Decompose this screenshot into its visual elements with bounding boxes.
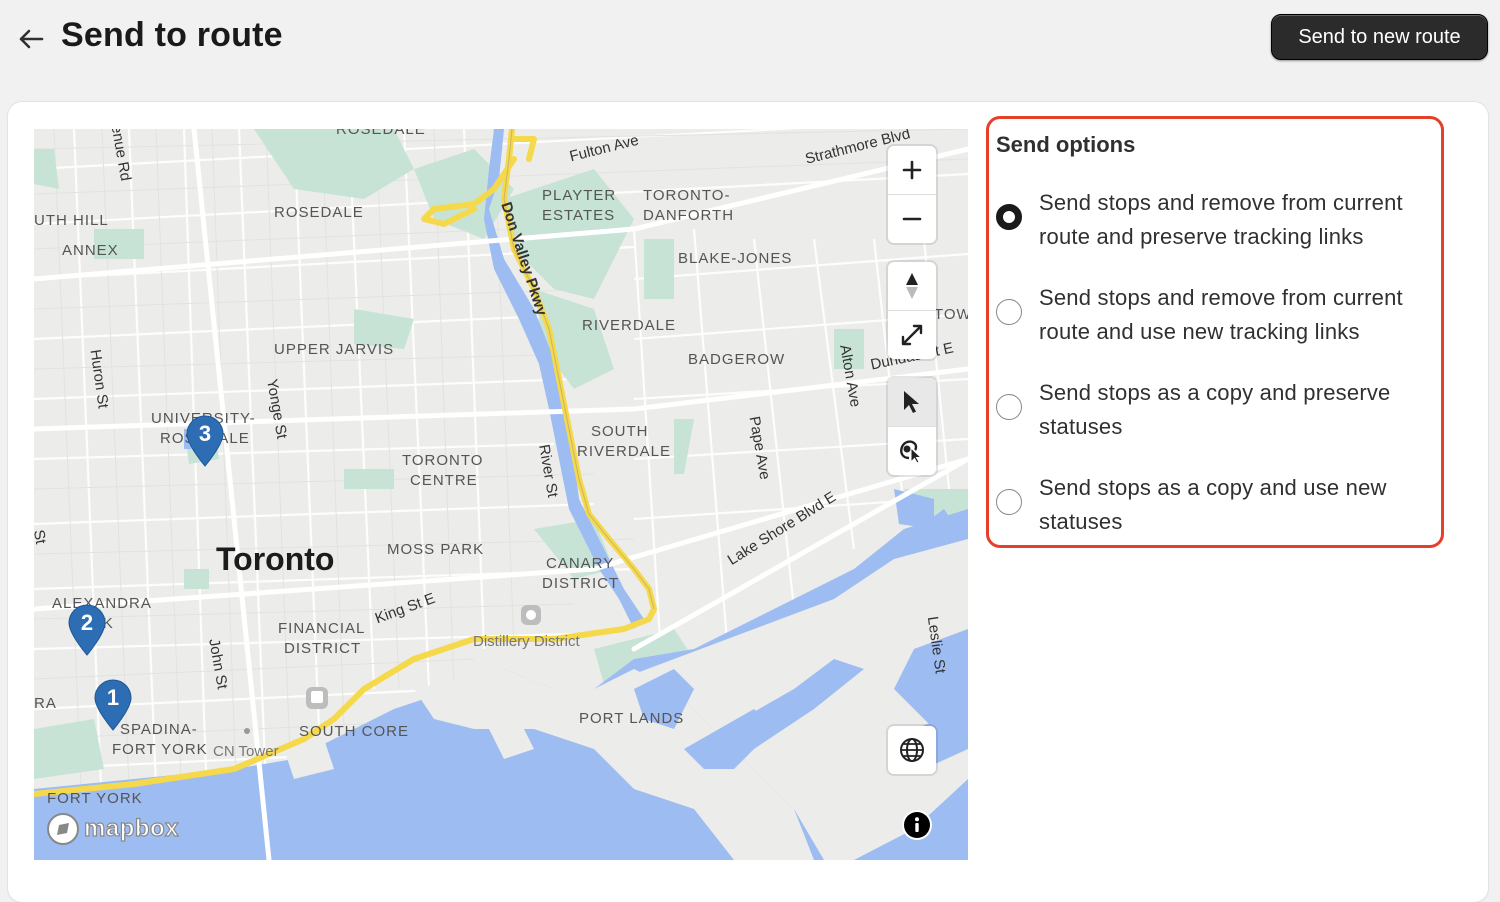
label-badgerow: BADGEROW: [688, 351, 786, 368]
globe-icon[interactable]: [888, 726, 936, 774]
route-map[interactable]: ROSEDALE ROSEDALE PLAYTER ESTATES TORONT…: [34, 129, 968, 860]
label-annex: ANNEX: [62, 242, 119, 259]
label-ra: RA: [34, 695, 57, 712]
option-label: Send stops as a copy and use new statuse…: [1039, 475, 1387, 534]
pin-number: 1: [106, 685, 120, 710]
send-options-title: Send options: [996, 132, 1136, 157]
option-label: Send stops and remove from current route…: [1039, 285, 1403, 344]
label-rosedale: ROSEDALE: [274, 204, 364, 221]
label-financial-1: FINANCIAL: [278, 620, 366, 637]
label-south-riverdale-2: RIVERDALE: [577, 443, 672, 460]
pin-number: 3: [198, 421, 212, 446]
pointer-select-icon[interactable]: [888, 378, 936, 426]
label-rosedale-top: ROSEDALE: [336, 129, 426, 138]
radio-button[interactable]: [996, 299, 1022, 325]
option-label: Send stops and remove from current route…: [1039, 190, 1403, 249]
label-canary-2: DISTRICT: [542, 575, 620, 592]
globe-control: [888, 726, 936, 774]
option-copy-preserve-statuses[interactable]: Send stops as a copy and preserve status…: [996, 376, 1436, 446]
label-canary-1: CANARY: [546, 555, 615, 572]
route-stop-pin[interactable]: 3: [185, 415, 225, 467]
label-toronto-centre-2: CENTRE: [410, 472, 478, 489]
radio-button[interactable]: [996, 489, 1022, 515]
label-riverdale: RIVERDALE: [582, 317, 677, 334]
label-port-lands: PORT LANDS: [579, 710, 685, 727]
label-toronto-danforth-1: TORONTO-: [643, 187, 731, 204]
pin-number: 2: [80, 610, 94, 635]
label-city: Toronto: [216, 541, 335, 577]
label-south-hill: UTH HILL: [34, 212, 109, 229]
mapbox-wordmark: mapbox: [83, 814, 180, 842]
option-label: Send stops as a copy and preserve status…: [1039, 380, 1391, 439]
label-south-core: SOUTH CORE: [299, 723, 410, 740]
label-playter-2: ESTATES: [542, 207, 616, 224]
label-spadina-2: FORT YORK: [112, 741, 208, 758]
radio-button[interactable]: [996, 394, 1022, 420]
label-upper-jarvis: UPPER JARVIS: [274, 341, 395, 358]
poi-distillery: Distillery District: [473, 633, 580, 650]
selection-tools: [888, 378, 936, 475]
view-controls: [888, 262, 936, 359]
label-fort-york: FORT YORK: [47, 790, 143, 807]
label-south-riverdale-1: SOUTH: [591, 423, 649, 440]
option-remove-new-links[interactable]: Send stops and remove from current route…: [996, 281, 1436, 351]
option-copy-new-statuses[interactable]: Send stops as a copy and use new statuse…: [996, 471, 1436, 541]
lasso-select-icon[interactable]: [888, 426, 936, 475]
info-icon[interactable]: [902, 810, 932, 840]
back-arrow-icon[interactable]: [14, 22, 48, 56]
page-header: Send to route Send to new route: [0, 0, 1500, 80]
label-financial-2: DISTRICT: [284, 640, 362, 657]
route-stop-pin[interactable]: 1: [93, 679, 133, 731]
label-moss-park: MOSS PARK: [387, 541, 485, 558]
fullscreen-icon[interactable]: [888, 310, 936, 359]
label-toronto-centre-1: TORONTO: [402, 452, 484, 469]
page-title: Send to route: [61, 16, 283, 54]
route-stop-pin[interactable]: 2: [67, 604, 107, 656]
label-playter-1: PLAYTER: [542, 187, 617, 204]
option-remove-preserve-links[interactable]: Send stops and remove from current route…: [996, 186, 1436, 256]
zoom-controls: [888, 146, 936, 243]
label-blake-jones: BLAKE-JONES: [678, 250, 793, 267]
radio-button-selected[interactable]: [996, 204, 1022, 230]
mapbox-logo: mapbox: [46, 812, 179, 846]
zoom-in-icon[interactable]: [888, 146, 936, 194]
poi-cn-tower: CN Tower: [213, 743, 279, 760]
compass-icon[interactable]: [888, 262, 936, 310]
send-to-new-route-button[interactable]: Send to new route: [1271, 14, 1488, 60]
label-town: TOWN: [934, 306, 968, 323]
label-toronto-danforth-2: DANFORTH: [643, 207, 735, 224]
zoom-out-icon[interactable]: [888, 194, 936, 243]
